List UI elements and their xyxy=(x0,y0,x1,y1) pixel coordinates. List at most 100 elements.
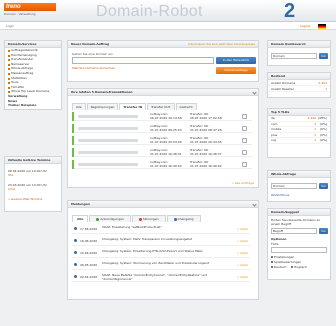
message-row[interactable]: 16.06.2020 Changelog: System: Mehr Transp… xyxy=(72,236,250,246)
suggest-input[interactable]: Begriff xyxy=(271,228,317,234)
table-row[interactable]: outbay.com 21.07.2020 08:25:03 Transfer: O… xyxy=(72,124,252,133)
tab[interactable]: Transfer IN xyxy=(119,103,147,110)
status-bar xyxy=(72,148,74,157)
tab-label: Störungen xyxy=(142,216,159,221)
termine-item[interactable]: 23.03.2020 um 10:00 Uhr Chat xyxy=(8,183,58,191)
message-date: 16.06.2020 xyxy=(80,239,98,243)
info-icon[interactable] xyxy=(242,126,247,131)
more-link[interactable]: » mehr xyxy=(237,227,248,231)
message-tabs: Alle Ankündigungen Störungen Changelog xyxy=(72,215,202,222)
checkbox[interactable] xyxy=(271,261,273,263)
tx-cell: Transfer: OK 21.07.2020 16:48:37 xyxy=(190,148,222,156)
domain-input[interactable] xyxy=(72,57,214,64)
tab[interactable]: Gelöscht xyxy=(175,103,197,110)
tab[interactable]: Alle xyxy=(72,103,86,110)
tab[interactable]: Störungen xyxy=(131,215,166,222)
rdap-whois-link[interactable]: RDAP/Whois xyxy=(271,193,289,197)
table-row[interactable]: outbay.com 21.07.2020 16:48:31 Transfer: O… xyxy=(72,148,252,157)
tld-label: org xyxy=(271,138,276,142)
messages-title: Meldungen xyxy=(68,201,258,208)
message-row[interactable]: 02.04.2020 SOAP: Neue Befehle "domainEntr… xyxy=(72,272,250,282)
message-date: 02.04.2020 xyxy=(80,275,98,279)
tx-date: 21.07.2020 08:25:03 xyxy=(150,127,182,132)
tld-percent: (0%) xyxy=(319,138,327,142)
redacted-domain xyxy=(78,127,138,130)
tld-count[interactable]: 1 xyxy=(314,138,316,144)
termine-text: Chat xyxy=(8,187,16,191)
transaction-tabs: Alle Registrierungen Transfer IN Transfer O… xyxy=(72,103,198,110)
termine-all-link[interactable]: » weitere Web Termine xyxy=(8,197,58,201)
tx-date: 21.07.2020 16:49:03 xyxy=(150,163,182,168)
info-icon[interactable] xyxy=(242,162,247,167)
tx-cell: Transfer: OK 21.07.2020 16:49:02 xyxy=(190,160,222,168)
redacted-domain xyxy=(78,115,138,118)
page: Ireno Domain - Verwaltung Domain-Robot 2… xyxy=(0,0,336,326)
domain-query-button[interactable]: Domainabfrage xyxy=(216,67,256,74)
termine-text: SSL xyxy=(8,173,14,177)
app-title: Domain-Robot xyxy=(96,3,203,20)
sidebar-item[interactable]: Whois Top Level Domains xyxy=(5,89,61,94)
sidebar-item-label: Massenauftrag xyxy=(11,70,34,75)
more-link[interactable]: » mehr xyxy=(237,251,248,255)
account-panel: Bestand Anzahl Domains 2.404 Anzahl Rese… xyxy=(267,72,331,98)
info-icon[interactable] xyxy=(242,150,247,155)
message-row[interactable]: 17.06.2020 SOAP: Erweiterung "setBulkProd… xyxy=(72,224,250,234)
transactions-panel: Ihre letzten 5 Domain-Transaktionen Alle… xyxy=(67,88,259,188)
quicksearch-title: Domain Quicksearch xyxy=(268,41,330,48)
suggest-tlds-select[interactable] xyxy=(271,247,327,253)
chevron-down-icon[interactable] xyxy=(252,202,257,207)
table-row[interactable]: outbay.com 21.07.2020 20:04:00 Transfer: O… xyxy=(72,136,252,145)
checkbox[interactable] xyxy=(271,266,273,268)
left-nav-items: Auftragsübersicht Handlemanaging Transfers… xyxy=(5,48,61,108)
sidebar-section[interactable]: Treiber Beispiele xyxy=(5,103,61,108)
message-row[interactable]: 26.05.2020 Changelog: System: Stornierung… xyxy=(72,260,250,270)
more-link[interactable]: » mehr xyxy=(237,275,248,279)
app-header: Ireno Domain - Verwaltung Domain-Robot 2 xyxy=(0,0,336,22)
status-bar xyxy=(72,124,74,133)
quicksearch-select[interactable]: Domain xyxy=(271,53,317,59)
add-to-cart-button[interactable]: In den Warenkorb xyxy=(216,57,256,64)
info-icon xyxy=(74,227,77,230)
tab[interactable]: Ankündigungen xyxy=(89,215,131,222)
tab[interactable]: Changelog xyxy=(166,215,201,222)
sidebar-item-label: Whois-Abfrage xyxy=(11,66,33,71)
termine-title: Aktuelle GetLive Termine xyxy=(5,157,61,164)
logout-link[interactable]: Logout xyxy=(300,24,310,28)
logo[interactable]: Ireno Domain - Verwaltung xyxy=(4,3,56,16)
message-text: SOAP: Erweiterung "setBulkProductList" xyxy=(102,225,162,229)
tx-date2: 21.07.2020 16:49:02 xyxy=(190,163,222,168)
tx-cell: outbay.com 21.07.2020 16:48:31 xyxy=(150,148,182,156)
suggest-description: Finden Sie relevante Domains zu einem Be… xyxy=(271,218,321,226)
info-icon[interactable] xyxy=(242,138,247,143)
left-nav-title: Domain-Services xyxy=(5,41,61,48)
whois-title: Whois-Abfrage xyxy=(268,171,330,178)
whois-select[interactable]: Domain xyxy=(271,183,317,189)
more-link[interactable]: » mehr xyxy=(237,239,248,243)
account-row-value[interactable]: 1 xyxy=(325,86,327,92)
all-orders-link[interactable]: » alle Aufträge xyxy=(232,181,254,185)
tld-row: org 1 (0%) xyxy=(268,138,330,144)
message-text: Changelog: System: Mehr Transparenz im L… xyxy=(102,237,193,241)
message-row[interactable]: 10.06.2020 Changelog: System: Erweiterung… xyxy=(72,248,250,258)
termine-item[interactable]: 06.04.2020 um 10:00 Uhr SSL xyxy=(8,169,58,177)
table-row[interactable]: outbay.com 21.07.2020 16:49:03 Transfer: O… xyxy=(72,160,252,169)
tab[interactable]: Transfer OUT xyxy=(147,103,175,110)
more-link[interactable]: » mehr xyxy=(237,263,248,267)
suggest-title: Domain-Suggest xyxy=(268,209,330,216)
table-row[interactable]: outbay.com 26.07.2020 16:14:58 Transfer: O… xyxy=(72,112,252,121)
info-icon[interactable] xyxy=(242,114,247,119)
transactions-title-text: Ihre letzten 5 Domain-Transaktionen xyxy=(71,90,133,94)
sidebar-item-label: Transfersender xyxy=(11,57,34,62)
german-flag-icon[interactable] xyxy=(318,24,326,29)
whois-go-button[interactable]: Go xyxy=(319,183,328,189)
tab[interactable]: Registrierungen xyxy=(86,103,119,110)
order-info-link[interactable]: Informieren Sie sich jetzt über Domainpr… xyxy=(188,41,255,48)
tab[interactable]: Alle xyxy=(72,215,89,222)
tld-rows: de 2.349 (98%) com 1 (0%) mobile 1 (0%) plus 1 (0%)… xyxy=(268,116,330,144)
order-hint[interactable]: Mehrere Domains einreichen xyxy=(72,66,115,70)
checkbox[interactable] xyxy=(271,256,273,258)
quicksearch-go-button[interactable]: Go xyxy=(319,53,328,59)
tld-label: mobile xyxy=(271,127,282,131)
suggest-go-button[interactable]: Go xyxy=(319,228,328,234)
chevron-down-icon[interactable] xyxy=(252,90,257,95)
